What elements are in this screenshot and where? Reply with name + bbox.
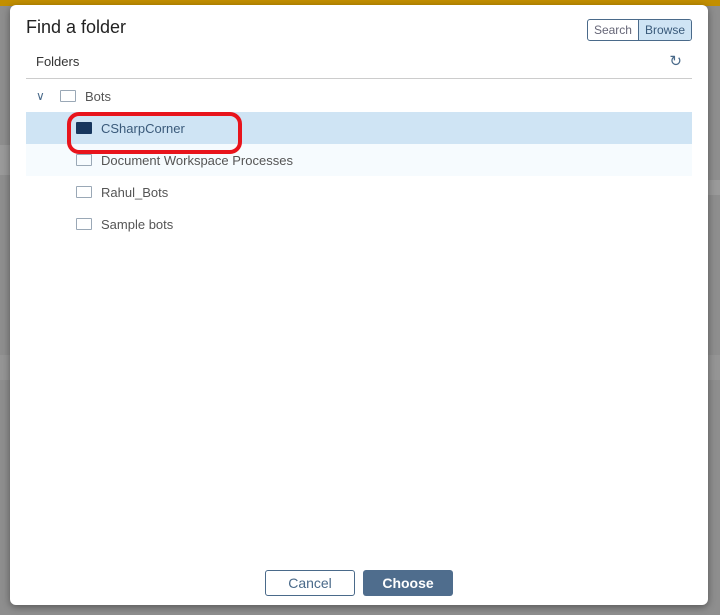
refresh-icon[interactable]: ↻ (669, 52, 682, 70)
folders-label: Folders (36, 54, 80, 69)
find-folder-dialog: Find a folder Search Browse Folders ↻ ∨ … (10, 5, 708, 605)
background-row (708, 180, 720, 195)
folder-open-icon (60, 90, 76, 102)
tree-item-sample-bots[interactable]: Sample bots (26, 208, 692, 240)
mode-toggle: Search Browse (586, 19, 692, 41)
cancel-button[interactable]: Cancel (265, 570, 355, 596)
highlight-annotation (67, 112, 242, 154)
tree-item-bots[interactable]: ∨ Bots (26, 80, 692, 112)
dialog-title: Find a folder (26, 17, 127, 37)
folder-icon (76, 218, 92, 230)
folders-header: Folders ↻ (26, 49, 692, 79)
background-row (0, 145, 10, 175)
tree-item-label: Sample bots (101, 216, 174, 232)
folder-tree: ∨ Bots CSharpCorner Document Workspace P… (26, 80, 692, 240)
browse-mode-button[interactable]: Browse (637, 20, 691, 40)
tree-item-label: Rahul_Bots (101, 184, 169, 200)
tree-item-label: Bots (85, 88, 112, 104)
folder-icon (76, 186, 92, 198)
chevron-down-icon[interactable]: ∨ (36, 89, 52, 103)
tree-item-rahul-bots[interactable]: Rahul_Bots (26, 176, 692, 208)
search-mode-button[interactable]: Search (588, 20, 638, 40)
folder-icon (76, 154, 92, 166)
tree-item-label: Document Workspace Processes (101, 152, 293, 168)
choose-button[interactable]: Choose (363, 570, 453, 596)
